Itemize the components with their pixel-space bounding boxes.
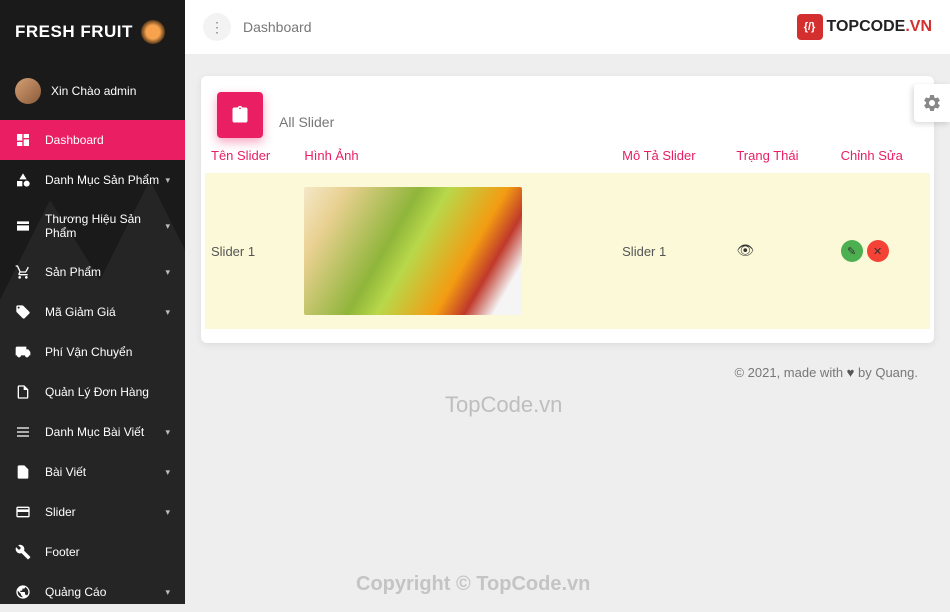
- eye-icon[interactable]: 👁: [736, 242, 754, 258]
- user-greeting: Xin Chào admin: [51, 84, 136, 98]
- dashboard-icon: [15, 132, 31, 148]
- sidebar-item-label: Thương Hiệu Sản Phẩm: [45, 212, 165, 240]
- gear-icon: [922, 93, 942, 113]
- breadcrumb: Dashboard: [243, 19, 312, 35]
- cell-desc: Slider 1: [622, 244, 736, 259]
- cell-actions: ✎ ✕: [841, 240, 930, 262]
- truck-icon: [15, 344, 31, 360]
- slider-card: All Slider Tên Slider Hình Ảnh Mô Tả Sli…: [201, 76, 934, 343]
- table-row: Slider 1 Slider 1 👁 ✎ ✕: [205, 173, 930, 329]
- edit-button[interactable]: ✎: [841, 240, 863, 262]
- topbar-menu-icon[interactable]: ⋮: [203, 13, 231, 41]
- sidebar-item-label: Slider: [45, 505, 76, 519]
- wrench-icon: [15, 544, 31, 560]
- th-desc: Mô Tả Slider: [622, 148, 736, 163]
- chevron-down-icon: ▾: [165, 267, 170, 278]
- ad-icon: [15, 584, 31, 600]
- delete-button[interactable]: ✕: [867, 240, 889, 262]
- sidebar-item-label: Danh Mục Bài Viết: [45, 425, 144, 439]
- cell-name: Slider 1: [205, 244, 304, 259]
- post-icon: [15, 464, 31, 480]
- sidebar-item-label: Dashboard: [45, 133, 104, 147]
- sidebar-item-ad[interactable]: Quảng Cáo ▾: [0, 572, 185, 612]
- sidebar-item-label: Sản Phẩm: [45, 265, 101, 279]
- card-title: All Slider: [279, 114, 334, 138]
- user-greeting-row: Xin Chào admin: [0, 64, 185, 120]
- sidebar-item-order[interactable]: Quản Lý Đơn Hàng: [0, 372, 185, 412]
- chevron-down-icon: ▾: [165, 587, 170, 598]
- avatar: [15, 78, 41, 104]
- chevron-down-icon: ▾: [165, 427, 170, 438]
- brand-name: FRESH FRUIT: [15, 22, 133, 42]
- sidebar-item-label: Quảng Cáo: [45, 585, 106, 599]
- sidebar-item-label: Mã Giảm Giá: [45, 305, 116, 319]
- chevron-down-icon: ▾: [165, 221, 170, 232]
- table-head: Tên Slider Hình Ảnh Mô Tả Slider Trạng T…: [205, 138, 930, 173]
- sidebar-item-label: Danh Mục Sản Phẩm: [45, 173, 159, 187]
- cart-icon: [15, 264, 31, 280]
- th-edit: Chỉnh Sửa: [841, 148, 930, 163]
- sidebar-item-label: Quản Lý Đơn Hàng: [45, 385, 149, 399]
- sidebar-item-cart[interactable]: Sản Phẩm ▾: [0, 252, 185, 292]
- footer: © 2021, made with ♥ by Quang.: [201, 343, 934, 380]
- th-status: Trạng Thái: [736, 148, 840, 163]
- sidebar-item-dashboard[interactable]: Dashboard: [0, 120, 185, 160]
- watermark-brand-icon: {/}: [797, 14, 823, 40]
- sidebar-item-card[interactable]: Slider ▾: [0, 492, 185, 532]
- sidebar-item-list[interactable]: Danh Mục Bài Viết ▾: [0, 412, 185, 452]
- settings-fab[interactable]: [914, 84, 950, 122]
- sidebar-item-wrench[interactable]: Footer: [0, 532, 185, 572]
- category-icon: [15, 172, 31, 188]
- sidebar-item-post[interactable]: Bài Viết ▾: [0, 452, 185, 492]
- slider-image: [304, 187, 522, 315]
- chevron-down-icon: ▾: [165, 175, 170, 186]
- brand-icon: [15, 218, 31, 234]
- sidebar-item-brand[interactable]: Thương Hiệu Sản Phẩm▾: [0, 200, 185, 252]
- cell-image: [304, 187, 622, 315]
- sidebar-item-label: Phí Vận Chuyển: [45, 345, 132, 359]
- chevron-down-icon: ▾: [165, 307, 170, 318]
- list-icon: [15, 424, 31, 440]
- sidebar-logo: FRESH FRUIT: [0, 0, 185, 64]
- sidebar-item-truck[interactable]: Phí Vận Chuyển: [0, 332, 185, 372]
- th-image: Hình Ảnh: [304, 148, 622, 163]
- sidebar-item-label: Footer: [45, 545, 80, 559]
- card-header: All Slider: [201, 76, 934, 138]
- main: ⋮ Dashboard {/} TOPCODE.VN All Slider Tê…: [185, 0, 950, 604]
- watermark-brand: {/} TOPCODE.VN: [797, 14, 933, 40]
- clipboard-icon: [217, 92, 263, 138]
- chevron-down-icon: ▾: [165, 507, 170, 518]
- tag-icon: [15, 304, 31, 320]
- sidebar-item-label: Bài Viết: [45, 465, 86, 479]
- logo-icon: [141, 20, 165, 44]
- cell-status: 👁: [736, 242, 840, 260]
- topbar: ⋮ Dashboard {/} TOPCODE.VN: [185, 0, 950, 54]
- sidebar: FRESH FRUIT Xin Chào admin Dashboard Danh…: [0, 0, 185, 604]
- content: All Slider Tên Slider Hình Ảnh Mô Tả Sli…: [185, 54, 950, 402]
- order-icon: [15, 384, 31, 400]
- sidebar-item-category[interactable]: Danh Mục Sản Phẩm ▾: [0, 160, 185, 200]
- chevron-down-icon: ▾: [165, 467, 170, 478]
- sidebar-item-tag[interactable]: Mã Giảm Giá ▾: [0, 292, 185, 332]
- card-icon: [15, 504, 31, 520]
- nav: DashboardDanh Mục Sản Phẩm▾Thương Hiệu S…: [0, 120, 185, 612]
- watermark-brand-text: TOPCODE.VN: [827, 18, 933, 36]
- th-name: Tên Slider: [205, 148, 304, 163]
